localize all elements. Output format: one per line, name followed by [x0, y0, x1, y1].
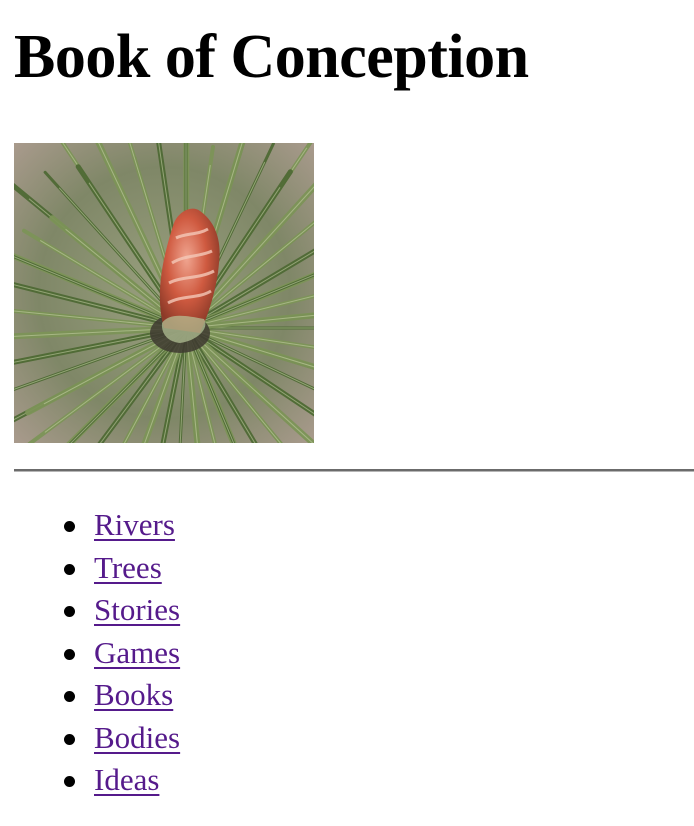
- list-item-bodies: Bodies: [64, 717, 180, 760]
- list-item-trees: Trees: [64, 547, 180, 590]
- link-stories[interactable]: Stories: [94, 592, 180, 627]
- bullet-icon: [64, 648, 75, 660]
- link-games[interactable]: Games: [94, 635, 180, 670]
- list-item-books: Books: [64, 674, 180, 717]
- link-bodies[interactable]: Bodies: [94, 720, 180, 755]
- bullet-icon: [64, 606, 75, 617]
- topic-nav-list: Rivers Trees Stories Games Books Bodies …: [64, 504, 180, 802]
- link-trees[interactable]: Trees: [94, 550, 162, 585]
- link-books[interactable]: Books: [94, 677, 173, 712]
- bullet-icon: [64, 521, 75, 532]
- list-item-ideas: Ideas: [64, 759, 180, 802]
- pine-bud-illustration: [14, 143, 314, 443]
- list-item-stories: Stories: [64, 589, 180, 632]
- bullet-icon: [64, 776, 75, 787]
- list-item-games: Games: [64, 632, 180, 675]
- page-title: Book of Conception: [14, 23, 529, 91]
- bullet-icon: [64, 733, 75, 745]
- horizontal-divider: [14, 469, 694, 472]
- link-rivers[interactable]: Rivers: [94, 507, 175, 542]
- list-item-rivers: Rivers: [64, 504, 180, 547]
- link-ideas[interactable]: Ideas: [94, 762, 159, 797]
- bullet-icon: [64, 563, 75, 575]
- bullet-icon: [64, 691, 75, 702]
- pine-bud-image: [14, 143, 314, 443]
